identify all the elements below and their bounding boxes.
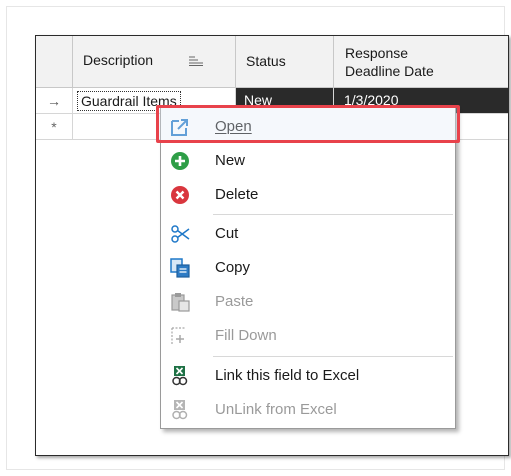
menu-item-link-to-excel[interactable]: Link this field to Excel xyxy=(161,359,455,393)
row-selector-header xyxy=(36,36,73,88)
excel-link-icon xyxy=(172,366,188,386)
current-row-arrow-icon: → xyxy=(36,88,73,114)
column-header-description[interactable]: Description xyxy=(73,36,236,88)
menu-item-fill-down[interactable]: Fill Down xyxy=(161,319,455,353)
menu-separator xyxy=(213,356,453,357)
menu-item-label: New xyxy=(215,152,246,169)
open-highlight-box xyxy=(156,105,460,143)
menu-item-paste[interactable]: Paste xyxy=(161,285,455,319)
menu-item-delete[interactable]: Delete xyxy=(161,178,455,212)
menu-separator xyxy=(213,214,453,215)
red-x-icon xyxy=(171,186,189,204)
new-row-asterisk-icon: * xyxy=(36,114,73,140)
menu-item-label: Paste xyxy=(215,293,254,310)
green-plus-icon xyxy=(171,152,189,170)
menu-item-label: Cut xyxy=(215,225,239,242)
column-header-label: Description xyxy=(83,52,154,68)
menu-item-copy[interactable]: Copy xyxy=(161,251,455,285)
column-header-label: Status xyxy=(246,53,286,69)
copy-icon xyxy=(170,258,190,278)
context-menu: Open New Delete Cut Copy Paste Fill Down… xyxy=(160,107,456,429)
menu-item-new[interactable]: New xyxy=(161,144,455,178)
menu-item-label: Copy xyxy=(215,259,251,276)
menu-item-label: Fill Down xyxy=(215,327,277,344)
menu-item-cut[interactable]: Cut xyxy=(161,217,455,251)
fill-down-icon xyxy=(171,327,186,344)
column-header-label: Response Deadline Date xyxy=(345,45,434,79)
menu-item-unlink-from-excel[interactable]: UnLink from Excel xyxy=(161,393,455,427)
excel-unlink-icon xyxy=(172,400,188,420)
paste-icon xyxy=(171,293,190,312)
column-header-status[interactable]: Status xyxy=(236,36,334,88)
menu-item-label: Delete xyxy=(215,186,259,203)
column-header-response-deadline[interactable]: Response Deadline Date xyxy=(334,36,508,88)
menu-item-label: Link this field to Excel xyxy=(215,367,360,384)
scissors-icon xyxy=(171,225,190,243)
sort-icon[interactable] xyxy=(189,56,203,66)
menu-item-label: UnLink from Excel xyxy=(215,401,337,418)
